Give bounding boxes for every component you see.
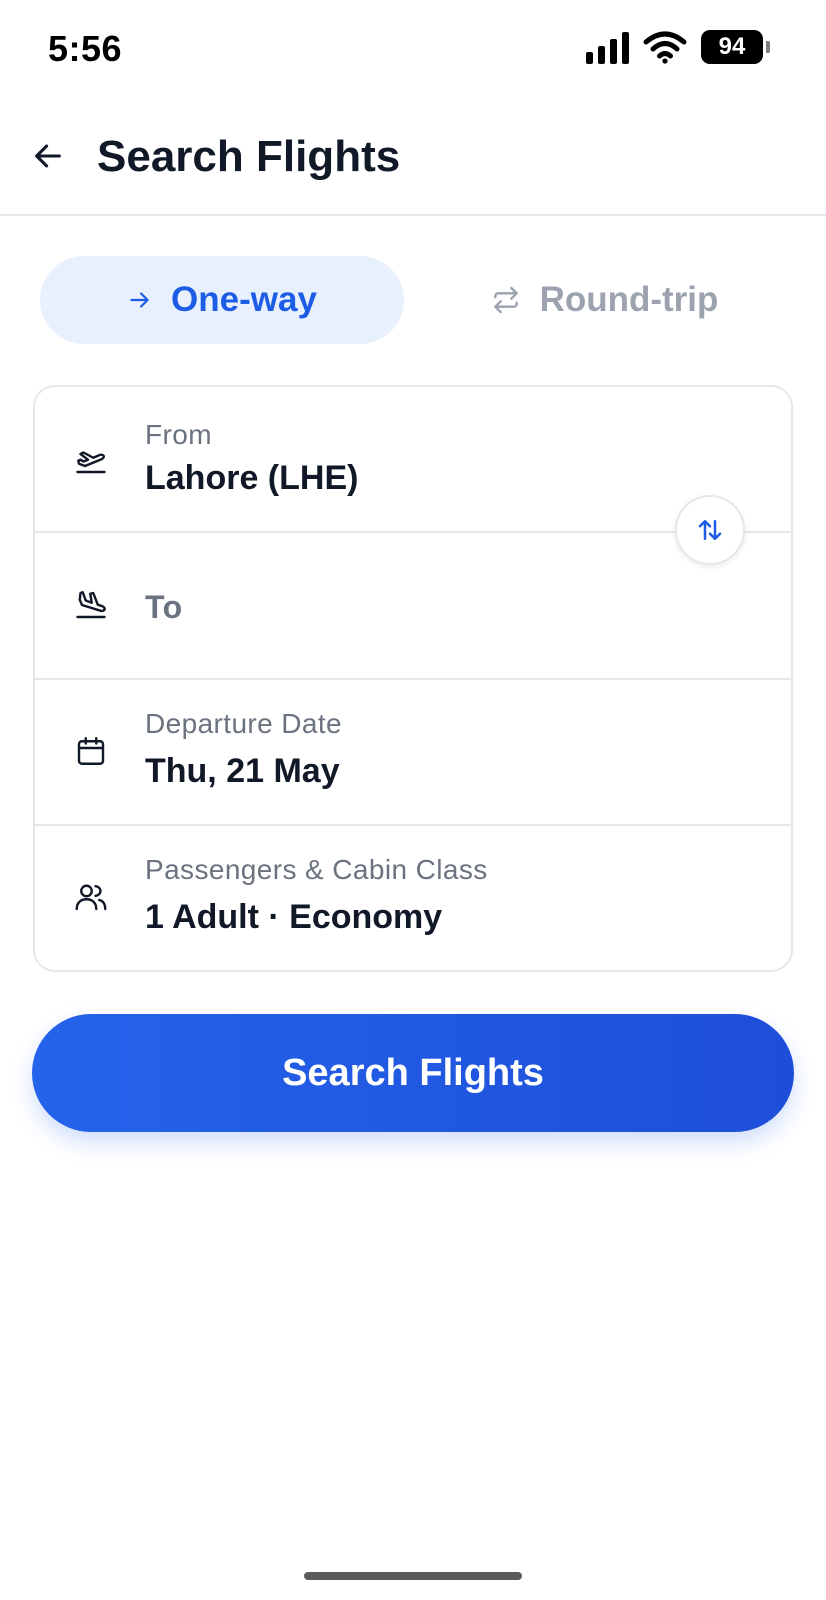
battery-icon: 94 <box>701 30 770 64</box>
home-indicator[interactable] <box>304 1572 522 1580</box>
repeat-icon <box>493 286 518 314</box>
search-flights-screen: 5:56 94 Search Flights One-way Round-tri… <box>0 0 826 1600</box>
app-header: Search Flights <box>0 110 826 216</box>
page-title: Search Flights <box>97 132 401 181</box>
swap-vertical-icon <box>698 520 722 540</box>
status-bar: 5:56 94 <box>0 0 826 100</box>
departure-date-value: Thu, 21 May <box>145 752 340 790</box>
from-value: Lahore (LHE) <box>145 459 359 497</box>
status-time: 5:56 <box>48 28 123 69</box>
passengers-label: Passengers & Cabin Class <box>145 854 488 885</box>
departure-date-label: Departure Date <box>145 708 343 739</box>
search-flights-button[interactable]: Search Flights <box>32 1014 794 1132</box>
calendar-icon <box>77 737 105 765</box>
plane-landing-icon <box>76 591 106 619</box>
tab-one-way[interactable]: One-way <box>40 256 404 344</box>
tab-round-trip-label: Round-trip <box>539 280 719 319</box>
passengers-value: 1 Adult · Economy <box>145 898 443 936</box>
flight-search-form: From Lahore (LHE) To Departure Date Thu,… <box>33 385 793 972</box>
to-field[interactable]: To <box>35 533 791 680</box>
from-label: From <box>145 419 212 450</box>
passengers-field[interactable]: Passengers & Cabin Class 1 Adult · Econo… <box>35 826 791 972</box>
plane-takeoff-icon <box>76 451 106 474</box>
trip-type-toggle: One-way Round-trip <box>40 256 786 344</box>
arrow-right-icon <box>130 292 149 308</box>
swap-locations-button[interactable] <box>675 495 745 565</box>
tab-round-trip[interactable]: Round-trip <box>422 256 786 344</box>
wifi-icon <box>643 31 687 64</box>
battery-level: 94 <box>701 30 763 64</box>
tab-one-way-label: One-way <box>171 280 317 319</box>
back-button[interactable] <box>28 136 68 176</box>
arrow-left-icon <box>35 144 61 168</box>
departure-date-field[interactable]: Departure Date Thu, 21 May <box>35 680 791 826</box>
signal-icon <box>586 30 629 64</box>
to-placeholder: To <box>145 589 183 625</box>
from-field[interactable]: From Lahore (LHE) <box>35 387 791 533</box>
status-icons: 94 <box>586 30 770 64</box>
users-icon <box>75 884 107 911</box>
